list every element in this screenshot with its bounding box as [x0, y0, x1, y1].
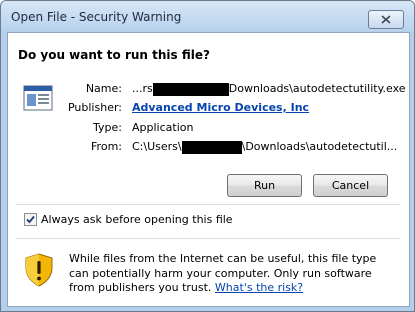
name-prefix: ...rs [132, 82, 153, 95]
type-label: Type: [93, 121, 122, 134]
from-label: From: [91, 140, 122, 153]
divider [16, 238, 400, 239]
run-button[interactable]: Run [227, 174, 302, 197]
always-ask-checkbox[interactable] [24, 213, 37, 226]
redaction-block [152, 82, 229, 96]
security-warning-window: Open File - Security Warning Do you want… [0, 0, 415, 312]
checkmark-icon [26, 215, 35, 224]
window-title: Open File - Security Warning [11, 10, 182, 24]
dialog-content: Do you want to run this file? Name: ...r… [7, 32, 410, 307]
security-shield-warning-icon [25, 253, 53, 287]
publisher-link[interactable]: Advanced Micro Devices, Inc [132, 101, 309, 114]
from-suffix: \Downloads\autodetectutil... [241, 140, 398, 153]
run-question: Do you want to run this file? [18, 48, 210, 62]
from-value: C:\Users\ \Downloads\autodetectutil... [132, 140, 397, 154]
whats-the-risk-link[interactable]: What's the risk? [215, 281, 303, 294]
cancel-button[interactable]: Cancel [313, 174, 388, 197]
name-value: ...rs Downloads\autodetectutility.exe [132, 82, 406, 96]
close-icon [381, 15, 391, 24]
redaction-block [181, 140, 242, 154]
always-ask-label[interactable]: Always ask before opening this file [41, 213, 233, 226]
divider [16, 204, 400, 205]
type-value: Application [132, 121, 194, 134]
warning-message: While files from the Internet can be use… [69, 252, 389, 296]
publisher-label: Publisher: [67, 101, 122, 114]
name-label: Name: [85, 82, 122, 95]
name-suffix: Downloads\autodetectutility.exe [228, 82, 406, 95]
close-button[interactable] [368, 10, 404, 29]
title-bar: Open File - Security Warning [1, 1, 414, 31]
application-file-icon [23, 85, 53, 111]
from-prefix: C:\Users\ [132, 140, 182, 153]
